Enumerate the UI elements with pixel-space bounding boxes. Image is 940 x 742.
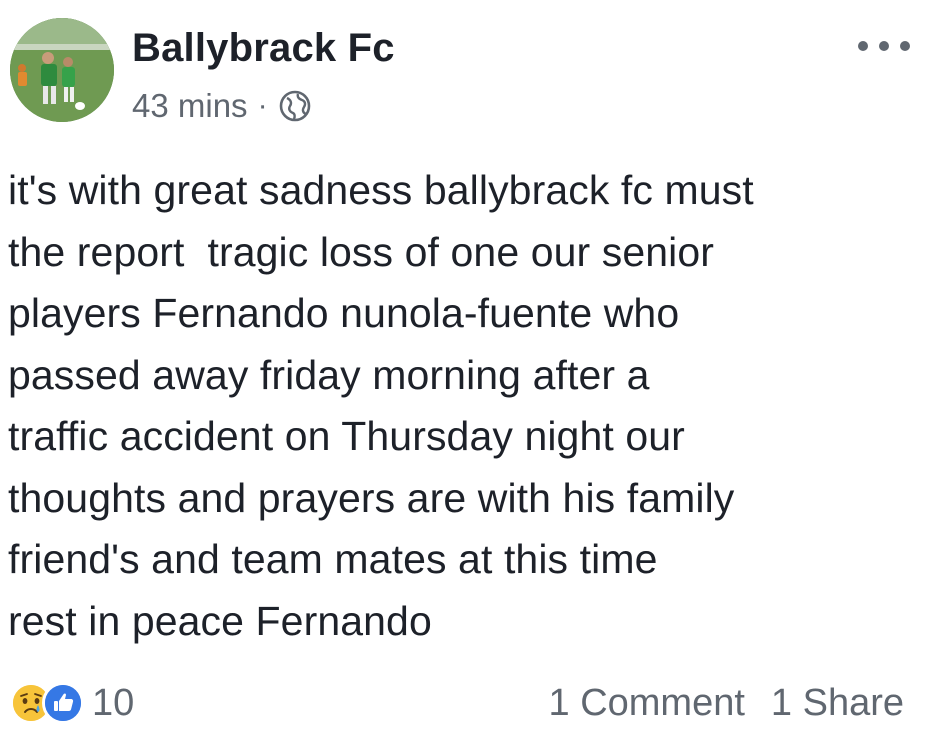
post-body-line: traffic accident on Thursday night our <box>8 413 685 459</box>
page-name[interactable]: Ballybrack Fc <box>132 26 395 71</box>
post-timestamp[interactable]: 43 mins <box>132 87 248 125</box>
post-meta: 43 mins · <box>132 86 312 126</box>
post-body-line: it's with great sadness ballybrack fc mu… <box>8 167 754 213</box>
post-body-line: passed away friday morning after a <box>8 351 650 398</box>
post-body-line: the report tragic loss of one our senior <box>8 228 715 275</box>
engagement-summary: 1 Comment 1 Share <box>549 680 905 726</box>
more-dot <box>858 41 868 51</box>
like-reaction-icon <box>42 682 84 724</box>
meta-separator: · <box>257 89 268 122</box>
reaction-count: 10 <box>92 681 135 724</box>
more-dot <box>879 41 889 51</box>
post-body-line: players Fernando nunola-fuente who <box>8 290 680 336</box>
more-options-icon[interactable] <box>858 36 910 56</box>
page-avatar[interactable] <box>10 18 114 122</box>
post-body-line: friend's and team mates at this time <box>8 536 658 582</box>
facebook-post: Ballybrack Fc 43 mins · it's with great … <box>0 0 940 742</box>
shares-link[interactable]: 1 Share <box>771 682 904 725</box>
more-dot <box>900 41 910 51</box>
comments-link[interactable]: 1 Comment <box>549 682 745 725</box>
post-body-line: rest in peace Fernando <box>8 597 432 644</box>
post-body-line: thoughts and prayers are with his family <box>8 474 735 521</box>
globe-icon[interactable] <box>278 89 312 123</box>
reactions-summary[interactable]: 10 <box>10 680 134 726</box>
avatar-photo <box>10 18 114 122</box>
post-body: it's with great sadness ballybrack fc mu… <box>8 160 933 652</box>
